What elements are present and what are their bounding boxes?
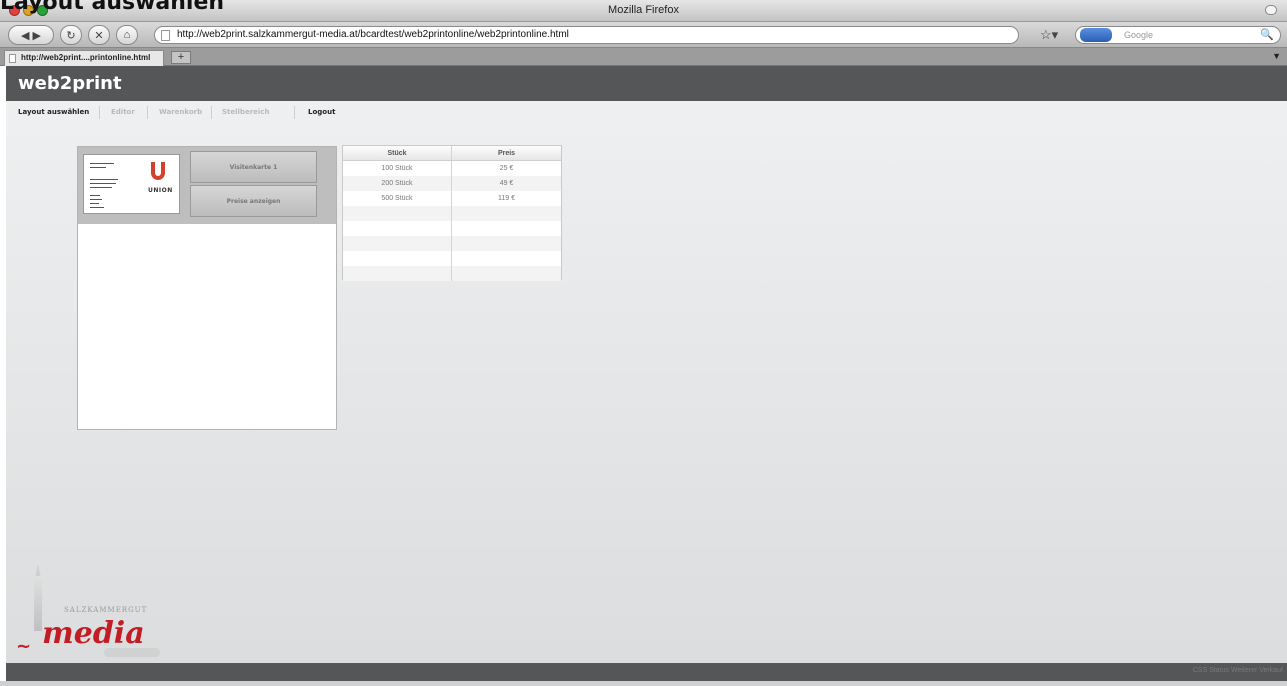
menu-divider: [99, 106, 100, 119]
table-row[interactable]: 500 Stück 119 €: [343, 191, 561, 206]
salzkammergut-media-logo: SALZKAMMERGUT ∼ media: [14, 564, 174, 666]
price-cell: 25 €: [499, 165, 514, 172]
navigation-toolbar: ◀ ▶ ↻ ✕ ⌂ http://web2print.salzkammergut…: [0, 22, 1287, 48]
table-row-empty: [343, 266, 561, 281]
menu-divider: [211, 106, 212, 119]
back-forward-button[interactable]: ◀ ▶: [8, 25, 54, 45]
back-icon[interactable]: ◀: [21, 29, 29, 42]
table-row-empty: [343, 236, 561, 251]
app-footer: CSS Status Weiterer Verkauf: [6, 663, 1287, 681]
table-row[interactable]: 200 Stück 49 €: [343, 176, 561, 191]
tab-list-icon[interactable]: ▼: [1272, 51, 1281, 61]
table-header: Stück Preis: [343, 146, 561, 161]
page-icon: [161, 30, 170, 41]
app-title: web2print: [18, 73, 122, 94]
search-input[interactable]: Google 🔍: [1075, 26, 1281, 44]
visitenkarte-button[interactable]: Visitenkarte 1: [190, 151, 317, 183]
quantity-cell: 200 Stück: [343, 176, 452, 191]
layout-item: UNION Visitenkarte 1 Preise anzeigen: [78, 147, 336, 224]
price-cell: 49 €: [499, 180, 514, 187]
column-header-quantity[interactable]: Stück: [343, 146, 452, 160]
menu-editor[interactable]: Editor: [111, 108, 135, 116]
logo-main-text: media: [42, 616, 145, 651]
stop-button[interactable]: ✕: [88, 25, 110, 45]
home-icon: ⌂: [123, 29, 131, 41]
quantity-cell: 500 Stück: [343, 191, 452, 206]
table-row-empty: [343, 206, 561, 221]
card-brand-text: UNION: [148, 187, 173, 194]
search-icon[interactable]: 🔍: [1260, 27, 1274, 43]
new-tab-button[interactable]: +: [171, 51, 191, 64]
app-header: web2print: [6, 66, 1287, 101]
browser-statusbar: [0, 681, 1287, 686]
logo-wave-icon: ∼: [16, 636, 32, 657]
layout-selection-panel: UNION Visitenkarte 1 Preise anzeigen: [77, 146, 337, 430]
show-prices-button[interactable]: Preise anzeigen: [190, 185, 317, 217]
menu-warenkorb[interactable]: Warenkorb: [159, 108, 202, 116]
footer-links[interactable]: CSS Status Weiterer Verkauf: [1193, 667, 1283, 674]
price-table: Stück Preis 100 Stück 25 € 200 Stück 49 …: [342, 145, 562, 281]
menu-layout-auswaehlen[interactable]: Layout auswählen: [18, 108, 89, 116]
search-placeholder: Google: [1124, 30, 1154, 40]
tab-page-icon: [9, 54, 16, 63]
page-heading: Layout auswählen: [0, 0, 225, 15]
tab-bar: http://web2print....printonline.html + ▼: [0, 48, 1287, 66]
forward-icon[interactable]: ▶: [33, 29, 41, 42]
url-input[interactable]: http://web2print.salzkammergut-media.at/…: [154, 26, 1019, 44]
column-header-price[interactable]: Preis: [452, 146, 561, 160]
menu-divider: [294, 106, 295, 119]
page-viewport: web2print Layout auswählen Editor Warenk…: [6, 66, 1287, 686]
search-engine-icon[interactable]: [1080, 28, 1112, 42]
business-card-thumbnail[interactable]: UNION: [83, 154, 180, 214]
home-button[interactable]: ⌂: [116, 25, 138, 45]
logo-small-text: SALZKAMMERGUT: [64, 606, 148, 614]
url-text: http://web2print.salzkammergut-media.at/…: [177, 29, 569, 40]
stop-icon: ✕: [94, 29, 104, 42]
union-logo-icon: [151, 162, 165, 180]
menu-stellbereich[interactable]: Stellbereich: [222, 108, 269, 116]
table-row[interactable]: 100 Stück 25 €: [343, 161, 561, 176]
toolbar-toggle-icon[interactable]: [1265, 5, 1277, 15]
quantity-cell: 100 Stück: [343, 161, 452, 176]
reload-button[interactable]: ↻: [60, 25, 82, 45]
table-row-empty: [343, 251, 561, 266]
bookmark-star-icon[interactable]: ☆▾: [1040, 27, 1058, 43]
tab-label: http://web2print....printonline.html: [21, 53, 151, 62]
menu-divider: [147, 106, 148, 119]
table-row-empty: [343, 221, 561, 236]
tab-active[interactable]: http://web2print....printonline.html: [4, 50, 164, 66]
main-menu: Layout auswählen Editor Warenkorb Stellb…: [6, 101, 1287, 125]
reload-icon: ↻: [66, 29, 76, 42]
price-cell: 119 €: [498, 195, 515, 202]
menu-logout[interactable]: Logout: [308, 108, 335, 116]
